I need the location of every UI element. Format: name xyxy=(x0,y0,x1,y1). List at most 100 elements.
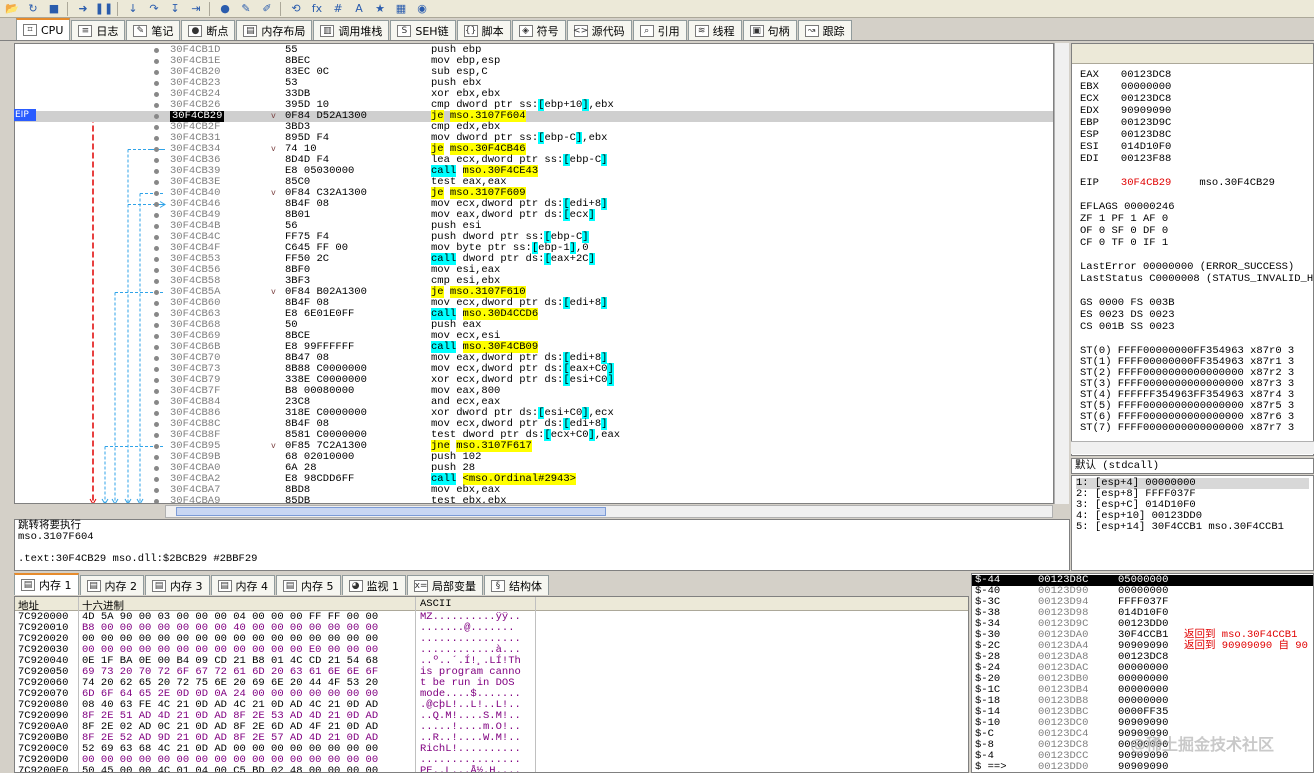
trace-icon[interactable]: ↧ xyxy=(165,1,185,17)
disasm-row[interactable]: 30F4CBA9 85DB test ebx,ebx xyxy=(15,496,1053,503)
breakpoint-dot[interactable] xyxy=(154,48,159,53)
dump-tab-5[interactable]: ▤ 内存 5 xyxy=(276,575,341,595)
breakpoint-dot[interactable] xyxy=(154,279,159,284)
breakpoint-dot[interactable] xyxy=(154,389,159,394)
breakpoint-dot[interactable] xyxy=(154,378,159,383)
pause-icon[interactable]: ❚❚ xyxy=(94,1,114,17)
disassembly-horizontal-scrollbar[interactable] xyxy=(165,505,1053,518)
breakpoint-dot[interactable] xyxy=(154,268,159,273)
breakpoint-dot[interactable] xyxy=(154,213,159,218)
breakpoint-dot[interactable] xyxy=(154,59,159,64)
register-edx[interactable]: EDX 90909090 xyxy=(1080,106,1171,117)
tab-handles[interactable]: ▣ 句柄 xyxy=(742,20,797,40)
registers-panel[interactable]: EAX 00123DC8 EBX 00000000 ECX 00123DC8 EDX 9090… xyxy=(1071,43,1314,456)
breakpoint-dot[interactable] xyxy=(154,70,159,75)
breakpoint-dot[interactable] xyxy=(154,290,159,295)
dump-tab-1[interactable]: ▤ 内存 1 xyxy=(14,573,79,595)
favorites-icon[interactable]: ★ xyxy=(370,1,390,17)
breakpoint-dot[interactable] xyxy=(154,136,159,141)
breakpoint-dot[interactable] xyxy=(154,125,159,130)
run-icon[interactable]: ➜ xyxy=(73,1,93,17)
breakpoint-dot[interactable] xyxy=(154,422,159,427)
tab-symbols[interactable]: ◈ 符号 xyxy=(511,20,566,40)
tab-call-stack[interactable]: ▥ 调用堆栈 xyxy=(313,20,390,40)
breakpoint-dot[interactable] xyxy=(154,433,159,438)
function-icon[interactable]: fx xyxy=(307,1,327,17)
register-eip[interactable]: EIP 30F4CB29 mso.30F4CB29 xyxy=(1080,178,1275,189)
breakpoint-dot[interactable] xyxy=(154,312,159,317)
patch-icon[interactable]: ✎ xyxy=(236,1,256,17)
dump-tab-2[interactable]: ▤ 内存 2 xyxy=(79,575,144,595)
close-icon[interactable]: ■ xyxy=(44,1,64,17)
dump-tab-7[interactable]: x= 局部变量 xyxy=(407,575,483,595)
register-edi[interactable]: EDI 00123F88 xyxy=(1080,154,1171,165)
breakpoint-dot[interactable] xyxy=(154,169,159,174)
tab-trace[interactable]: ↝ 跟踪 xyxy=(797,20,852,40)
breakpoint-dot[interactable] xyxy=(154,202,159,207)
dump-tab-6[interactable]: ◕ 监视 1 xyxy=(341,575,406,595)
breakpoint-dot[interactable] xyxy=(154,466,159,471)
calculator-icon[interactable]: ▦ xyxy=(391,1,411,17)
breakpoint-icon[interactable]: ● xyxy=(215,1,235,17)
disassembly-view[interactable]: 30F4CB1D 55 push ebp 30F4CB1E 8BEC mov ebp,es… xyxy=(14,43,1054,504)
breakpoint-dot[interactable] xyxy=(154,147,159,152)
database-icon[interactable]: ◉ xyxy=(412,1,432,17)
breakpoint-dot[interactable] xyxy=(154,224,159,229)
breakpoint-dot[interactable] xyxy=(154,345,159,350)
font-icon[interactable]: A xyxy=(349,1,369,17)
breakpoint-dot[interactable] xyxy=(154,455,159,460)
stack-row[interactable]: $ ==> 00123DD0 90909090 xyxy=(972,762,1313,773)
breakpoint-dot[interactable] xyxy=(154,180,159,185)
hash-icon[interactable]: # xyxy=(328,1,348,17)
breakpoint-dot[interactable] xyxy=(154,334,159,339)
comment-icon[interactable]: ⟲ xyxy=(286,1,306,17)
open-icon[interactable]: 📂 xyxy=(2,1,22,17)
breakpoint-dot[interactable] xyxy=(154,235,159,240)
tab-breakpoint[interactable]: ● 断点 xyxy=(181,20,236,40)
breakpoint-dot[interactable] xyxy=(154,323,159,328)
registers-horizontal-scrollbar[interactable] xyxy=(1071,441,1314,454)
memory-dump-view[interactable]: 地址 十六进制 ASCII 7C920000 4D 5A 90 00 03 00 … xyxy=(14,596,969,773)
breakpoint-dot[interactable] xyxy=(154,499,159,503)
breakpoint-dot[interactable] xyxy=(154,191,159,196)
register-ebx[interactable]: EBX 00000000 xyxy=(1080,82,1171,93)
script-icon[interactable]: ✐ xyxy=(257,1,277,17)
tab-threads[interactable]: ≋ 线程 xyxy=(687,20,742,40)
disasm-row[interactable]: 30F4CB26 395D 10 cmp dword ptr ss:[ebp+10]… xyxy=(15,99,1053,111)
breakpoint-dot[interactable] xyxy=(154,356,159,361)
breakpoint-dot[interactable] xyxy=(154,301,159,306)
register-ecx[interactable]: ECX 00123DC8 xyxy=(1080,94,1171,105)
registers-header[interactable] xyxy=(1072,44,1313,64)
register-eax[interactable]: EAX 00123DC8 xyxy=(1080,70,1171,81)
tab-source[interactable]: <> 源代码 xyxy=(566,20,632,40)
tab-cpu[interactable]: ⌗ CPU xyxy=(16,18,71,40)
breakpoint-dot[interactable] xyxy=(154,158,159,163)
breakpoint-dot[interactable] xyxy=(154,411,159,416)
breakpoint-dot[interactable] xyxy=(154,103,159,108)
tab-references[interactable]: ⌕ 引用 xyxy=(632,20,687,40)
register-esp[interactable]: ESP 00123D8C xyxy=(1080,130,1171,141)
step-over-icon[interactable]: ↷ xyxy=(144,1,164,17)
tab-notes[interactable]: ✎ 笔记 xyxy=(126,20,181,40)
breakpoint-dot[interactable] xyxy=(154,400,159,405)
dump-tab-3[interactable]: ▤ 内存 3 xyxy=(145,575,210,595)
register-esi[interactable]: ESI 014D10F0 xyxy=(1080,142,1171,153)
breakpoint-dot[interactable] xyxy=(154,488,159,493)
breakpoint-dot[interactable] xyxy=(154,257,159,262)
breakpoint-dot[interactable] xyxy=(154,114,159,119)
breakpoint-dot[interactable] xyxy=(154,92,159,97)
tab-memory-map[interactable]: ▤ 内存布局 xyxy=(236,20,313,40)
fpu-register[interactable]: ST(7) FFFF0000000000000000 x87r7 3 xyxy=(1080,423,1294,434)
tab-log[interactable]: ≡ 日志 xyxy=(71,20,126,40)
tab-seh[interactable]: S SEH链 xyxy=(390,20,456,40)
calling-convention-select[interactable]: 默认 (stdcall) xyxy=(1071,458,1314,474)
scroll-thumb[interactable] xyxy=(176,507,606,516)
dump-tab-4[interactable]: ▤ 内存 4 xyxy=(210,575,275,595)
breakpoint-dot[interactable] xyxy=(154,81,159,86)
run-to-user-icon[interactable]: ⇥ xyxy=(186,1,206,17)
register-ebp[interactable]: EBP 00123D9C xyxy=(1080,118,1171,129)
breakpoint-dot[interactable] xyxy=(154,477,159,482)
disassembly-vertical-scrollbar[interactable] xyxy=(1054,43,1069,504)
breakpoint-dot[interactable] xyxy=(154,367,159,372)
step-into-icon[interactable]: ↓ xyxy=(123,1,143,17)
